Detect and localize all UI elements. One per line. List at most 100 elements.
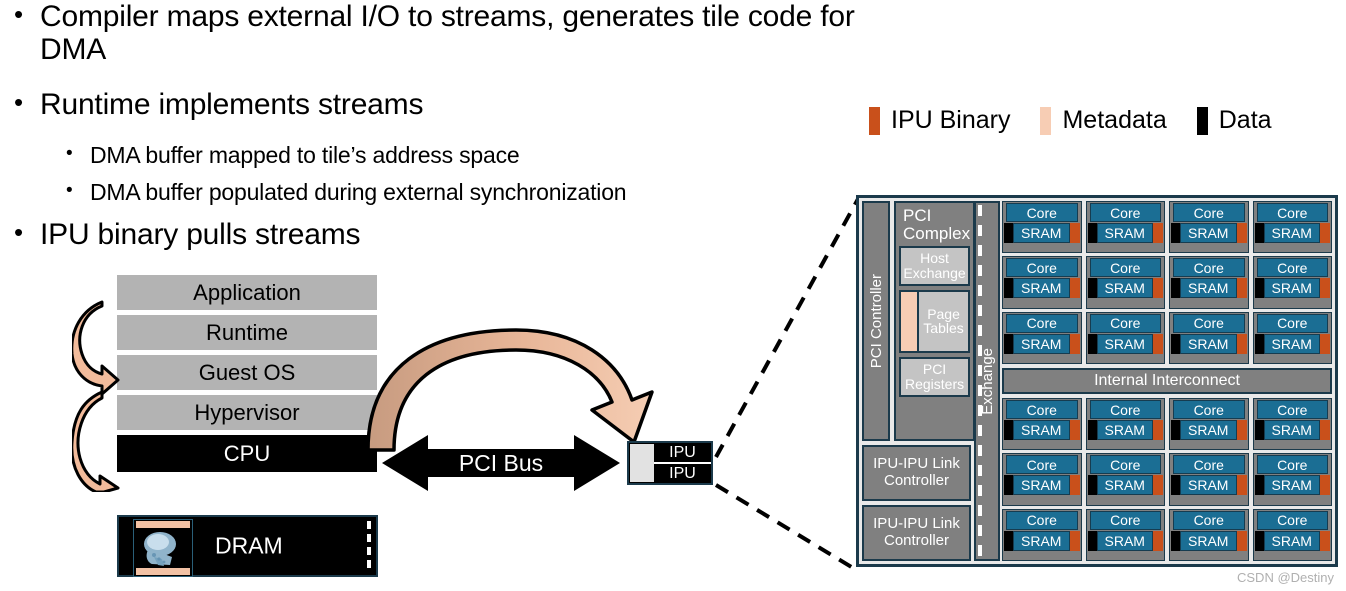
tile-ipu-binary-bar [1069, 223, 1080, 243]
page-tables-label: Page Tables [923, 305, 964, 337]
bullet-text: DMA buffer mapped to tile’s address spac… [90, 142, 520, 168]
tile-sram-row: SRAM [1087, 223, 1163, 243]
exchange-block: Exchange [974, 201, 1000, 561]
software-stack: Application Runtime Guest OS Hypervisor … [117, 275, 377, 472]
legend-label: Metadata [1062, 106, 1167, 134]
tile-data-bar [1087, 223, 1097, 243]
tile-sram: SRAM [1013, 420, 1070, 440]
tile-grid: Core SRAM Core SRAM Core SRAM Core SRAM Core SRAM… [1002, 198, 1335, 564]
zoom-callout-dashed-lines [714, 198, 860, 573]
tile-ipu-binary-bar [1320, 475, 1330, 496]
tile-data-bar [1004, 278, 1013, 299]
bullet-item: • Compiler maps external I/O to streams,… [0, 0, 880, 66]
tile-ipu-binary-bar [1236, 530, 1247, 551]
tile: Core SRAM [1085, 256, 1165, 309]
bullet-text: Compiler maps external I/O to streams, g… [40, 0, 855, 66]
tile: Core SRAM [1002, 508, 1082, 561]
tile-sram: SRAM [1180, 223, 1237, 243]
tile-sram: SRAM [1263, 278, 1320, 299]
legend-item-ipu-binary: IPU Binary [869, 106, 1010, 135]
tile-data-bar [1254, 223, 1264, 243]
tile: Core SRAM [1169, 256, 1249, 309]
tile-core: Core [1256, 510, 1328, 530]
tile-ipu-binary-bar [1069, 278, 1080, 299]
tile-ipu-binary-bar [1069, 475, 1080, 496]
tile-core: Core [1173, 258, 1245, 278]
tile: Core SRAM [1002, 398, 1082, 451]
tile-data-bar [1254, 420, 1264, 440]
tile-sram-row: SRAM [1004, 420, 1080, 440]
tile-data-bar [1171, 223, 1180, 243]
tile-data-bar [1254, 475, 1264, 496]
tile-sram: SRAM [1096, 530, 1153, 551]
tile-sram-row: SRAM [1004, 530, 1080, 551]
tile-sram: SRAM [1096, 420, 1153, 440]
bullet-marker: • [14, 0, 23, 29]
pci-complex-title: PCI Complex [903, 206, 971, 243]
tile-sram-row: SRAM [1171, 530, 1247, 551]
legend: IPU Binary Metadata Data [869, 106, 1302, 135]
skull-xray-icon [134, 529, 192, 567]
tile-core: Core [1173, 203, 1245, 222]
tile-sram: SRAM [1013, 530, 1070, 551]
tile-data-bar [1171, 278, 1180, 299]
tile-sram-row: SRAM [1254, 420, 1330, 440]
stack-row-label: Runtime [206, 319, 288, 345]
tile-sram: SRAM [1180, 278, 1237, 299]
dram-label: DRAM [215, 532, 283, 559]
tile-data-bar [1254, 530, 1264, 551]
tile-sram: SRAM [1263, 223, 1320, 243]
bullet-marker: • [66, 180, 73, 202]
tile-core: Core [1256, 455, 1328, 475]
tile-sram: SRAM [1263, 530, 1320, 551]
tile-sram-row: SRAM [1087, 475, 1163, 496]
bullet-marker: • [66, 143, 73, 164]
tile: Core SRAM [1002, 453, 1082, 506]
tile: Core SRAM [1169, 398, 1249, 451]
tile-sram: SRAM [1263, 420, 1320, 440]
tile: Core SRAM [1252, 256, 1332, 309]
ipu-connector-pad [630, 444, 654, 482]
tile-ipu-binary-bar [1236, 333, 1247, 354]
stack-curved-arrows-icon [72, 300, 120, 492]
tile-ipu-binary-bar [1320, 333, 1330, 354]
legend-swatch-icon [1040, 106, 1052, 135]
tile-sram-row: SRAM [1254, 278, 1330, 299]
tile-sram: SRAM [1096, 278, 1153, 299]
pci-bus-label: PCI Bus [458, 449, 544, 476]
tile-core: Core [1173, 400, 1245, 419]
tile-ipu-binary-bar [1236, 278, 1247, 299]
tile-sram: SRAM [1263, 475, 1320, 496]
tile-row: Core SRAM Core SRAM Core SRAM Core SRAM [1002, 201, 1332, 254]
stack-row-hypervisor: Hypervisor [117, 395, 377, 430]
tile-sram: SRAM [1180, 475, 1237, 496]
tile: Core SRAM [1252, 508, 1332, 561]
tile: Core SRAM [1169, 453, 1249, 506]
tile-ipu-binary-bar [1236, 223, 1247, 243]
exchange-label: Exchange [978, 347, 996, 415]
tile-data-bar [1087, 278, 1097, 299]
tile: Core SRAM [1002, 201, 1082, 254]
legend-item-data: Data [1196, 106, 1272, 135]
sub-bullet-item: • DMA buffer mapped to tile’s address sp… [0, 142, 880, 168]
tile-data-bar [1087, 530, 1097, 551]
dram-metadata-bar-top [136, 521, 190, 528]
tile-data-bar [1087, 475, 1097, 496]
ipu-link-controller-1: IPU-IPU Link Controller [862, 445, 971, 501]
stack-row-label: Hypervisor [194, 399, 300, 425]
tile-core: Core [1256, 400, 1328, 419]
tile-data-bar [1171, 333, 1180, 354]
tile-ipu-binary-bar [1153, 333, 1163, 354]
tile-data-bar [1254, 333, 1264, 354]
bullet-item: • Runtime implements streams [0, 87, 880, 121]
tile-core: Core [1089, 313, 1161, 333]
tile-sram-row: SRAM [1087, 530, 1163, 551]
ipu-link-controller-2: IPU-IPU Link Controller [862, 505, 971, 561]
dram-image-thumbnail [133, 519, 193, 577]
tile-data-bar [1254, 278, 1264, 299]
tile-ipu-binary-bar [1153, 278, 1163, 299]
tile-ipu-binary-bar [1320, 530, 1330, 551]
tile-core: Core [1173, 510, 1245, 530]
dram-right-ticks [367, 521, 371, 571]
bullet-text: DMA buffer populated during external syn… [90, 179, 627, 206]
